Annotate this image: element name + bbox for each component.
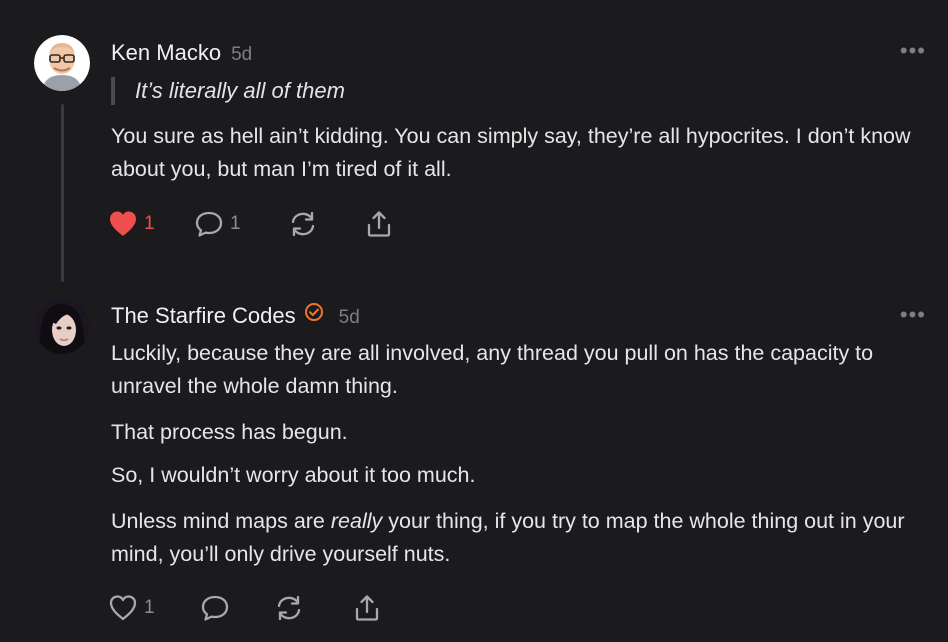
avatar-the-starfire-codes[interactable] <box>34 298 90 354</box>
comment-paragraph: Luckily, because they are all involved, … <box>111 341 874 398</box>
restack-icon <box>277 595 301 621</box>
reply-button[interactable] <box>200 594 230 622</box>
author-name[interactable]: Ken Macko 5d <box>111 40 252 66</box>
verified-check-icon <box>304 302 324 328</box>
avatar-ken-macko[interactable] <box>34 35 90 91</box>
timestamp[interactable]: 5d <box>231 44 252 65</box>
thread-line <box>61 104 64 282</box>
emphasized-text: really <box>330 509 383 533</box>
comment-paragraph-mixed: Unless mind maps are really your thing, … <box>111 505 911 571</box>
heart-icon <box>110 211 136 236</box>
comment-bubble-icon <box>201 595 229 621</box>
heart-icon <box>109 595 137 621</box>
comment-bubble-icon <box>195 211 223 237</box>
restack-button[interactable] <box>288 210 318 238</box>
share-button[interactable] <box>364 210 394 238</box>
like-button[interactable]: 1 <box>108 210 155 238</box>
reply-count: 1 <box>230 213 241 234</box>
author-name-text[interactable]: Ken Macko <box>111 40 221 65</box>
profile-photo-image <box>34 298 90 354</box>
more-dots-icon[interactable]: ••• <box>900 304 926 326</box>
like-button[interactable]: 1 <box>108 594 155 622</box>
timestamp[interactable]: 5d <box>339 307 360 328</box>
author-name-text[interactable]: The Starfire Codes <box>111 303 296 328</box>
author-name[interactable]: The Starfire Codes 5d <box>111 303 360 330</box>
like-count: 1 <box>144 597 155 618</box>
restack-icon <box>291 211 315 237</box>
share-button[interactable] <box>352 594 382 622</box>
quoted-text: It’s literally all of them <box>111 77 345 105</box>
more-dots-icon[interactable]: ••• <box>900 40 926 62</box>
comment-paragraph: That process has begun. <box>111 420 348 444</box>
comment-paragraph: So, I wouldn’t worry about it too much. <box>111 463 476 487</box>
share-icon <box>367 211 391 237</box>
paragraph-text: Unless mind maps are <box>111 509 331 533</box>
reply-button[interactable]: 1 <box>194 210 241 238</box>
restack-button[interactable] <box>274 594 304 622</box>
comment-body: You sure as hell ain’t kidding. You can … <box>111 124 911 181</box>
like-count: 1 <box>144 213 155 234</box>
share-icon <box>355 595 379 621</box>
cartoon-avatar-image <box>34 35 90 91</box>
